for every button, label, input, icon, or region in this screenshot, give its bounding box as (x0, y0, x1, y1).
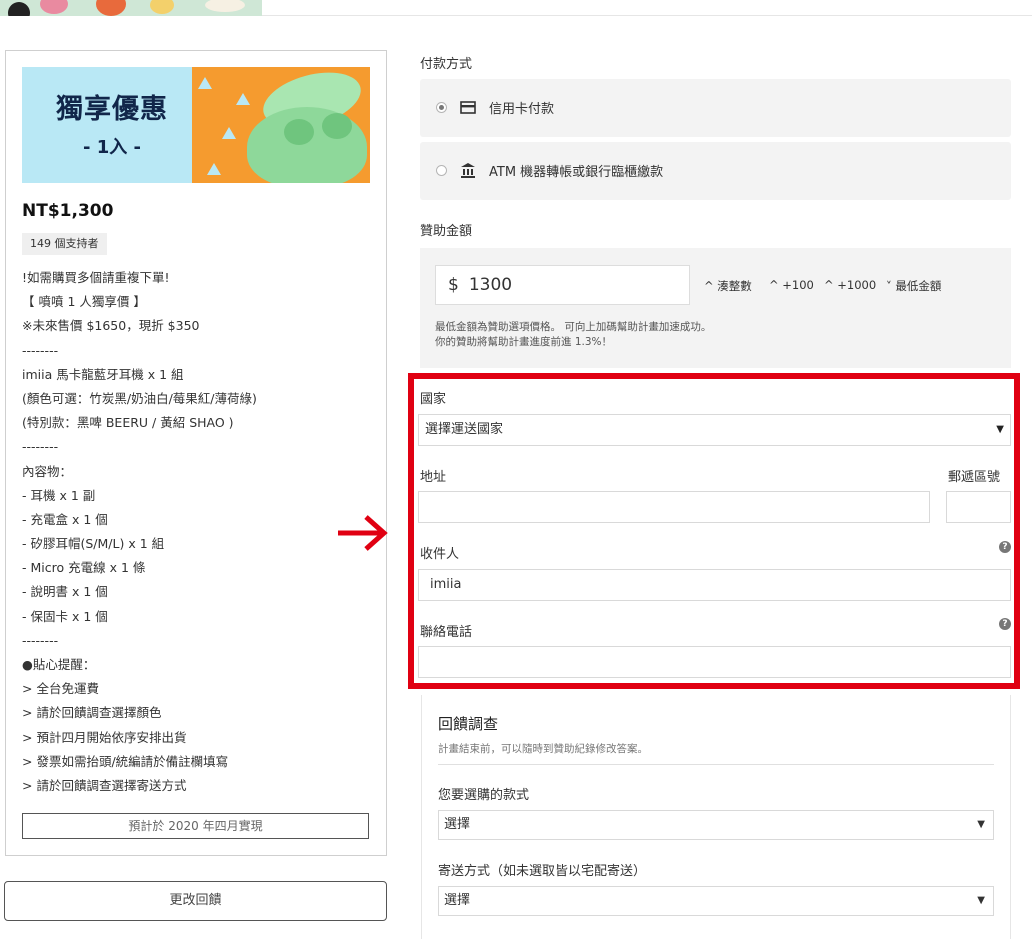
delivery-estimate: 預計於 2020 年四月實現 (22, 813, 369, 839)
header-banner-image (0, 0, 262, 16)
arrow-right-icon (338, 515, 388, 551)
survey-question-label: 您要選購的款式 (438, 788, 530, 803)
promo-subtitle: - 1入 - (83, 137, 141, 158)
radio-button-selected[interactable] (436, 102, 447, 113)
description-line: (特別款：黑啤 BEERU / 黃紹 SHAO ) (22, 415, 234, 431)
add-1000-button[interactable]: ^ +1000 (824, 278, 876, 292)
reward-card: 獨享優惠 - 1入 - NT$1,300 149 個支持者 !如需購買多個請重複… (5, 50, 387, 856)
description-line: > 請於回饋調查選擇顏色 (22, 705, 162, 721)
description-line: - 保固卡 x 1 個 (22, 608, 108, 624)
description-line: -------- (22, 632, 59, 648)
amount-input[interactable]: $1300 (435, 265, 690, 305)
description-line: - 耳機 x 1 副 (22, 487, 96, 503)
amount-note-line: 最低金額為贊助選項價格。 可向上加碼幫助計畫加速成功。 (435, 321, 712, 333)
promo-triangle (207, 163, 221, 175)
radio-button[interactable] (436, 165, 447, 176)
style-select-value: 選擇 (444, 817, 471, 832)
description-line: > 請於回饋調查選擇寄送方式 (22, 777, 187, 793)
survey-question-label: 寄送方式（如未選取皆以宅配寄送） (438, 864, 647, 879)
banner-decoration (8, 2, 30, 16)
shipping-method-select[interactable]: 選擇 ▼ (438, 886, 994, 916)
currency-symbol: $ (448, 275, 459, 295)
payment-option-label: ATM 機器轉帳或銀行臨櫃繳款 (489, 165, 664, 180)
promo-title: 獨享優惠 (56, 94, 168, 125)
bank-icon (461, 163, 475, 178)
round-up-button[interactable]: ^ 湊整數 (704, 278, 752, 294)
amount-label: 贊助金額 (420, 224, 473, 239)
description-line: 內容物： (22, 463, 73, 479)
survey-subtitle: 計畫結束前，可以隨時到贊助紀錄修改答案。 (438, 743, 648, 755)
description-line: - 說明書 x 1 個 (22, 584, 108, 600)
survey-divider (438, 764, 994, 765)
description-line: - 充電盒 x 1 個 (22, 511, 108, 527)
promo-triangle (222, 127, 236, 139)
amount-value: 1300 (468, 275, 513, 295)
style-select[interactable]: 選擇 ▼ (438, 810, 994, 840)
survey-title: 回饋調查 (438, 715, 499, 733)
change-reward-button[interactable]: 更改回饋 (4, 881, 387, 921)
description-line: - Micro 充電線 x 1 條 (22, 560, 146, 576)
feedback-survey: 回饋調查 計畫結束前，可以隨時到贊助紀錄修改答案。 您要選購的款式 選擇 ▼ 寄… (421, 695, 1011, 939)
promo-triangle (198, 77, 212, 89)
banner-decoration (205, 0, 245, 12)
reward-description: !如需購買多個請重複下單! 【 噴噴 1 人獨享價 】 ※未來售價 $1650，… (22, 266, 372, 798)
earbud (322, 113, 352, 139)
amount-note: 最低金額為贊助選項價格。 可向上加碼幫助計畫加速成功。 你的贊助將幫助計畫進度前… (435, 320, 711, 350)
description-line: ※未來售價 $1650，現折 $350 (22, 318, 200, 334)
payment-option-credit-card[interactable]: 信用卡付款 (420, 79, 1011, 137)
description-line: > 發票如需抬頭/統編請於備註欄填寫 (22, 753, 229, 769)
description-line: (顏色可選：竹炭黑/奶油白/莓果紅/薄荷綠) (22, 390, 257, 406)
description-line: !如需購買多個請重複下單! (22, 270, 170, 285)
amount-note-line: 你的贊助將幫助計畫進度前進 1.3%！ (435, 336, 613, 348)
description-line: -------- (22, 342, 59, 358)
payment-method-label: 付款方式 (420, 57, 473, 72)
chevron-down-icon: ▼ (977, 895, 985, 906)
backers-badge: 149 個支持者 (22, 233, 107, 255)
promo-triangle (236, 93, 250, 105)
header-divider (262, 15, 1032, 16)
banner-decoration (40, 0, 68, 14)
highlight-box (408, 373, 1020, 689)
chevron-down-icon: ▼ (977, 819, 985, 830)
description-line: - 矽膠耳帽(S/M/L) x 1 組 (22, 536, 165, 552)
description-line: > 預計四月開始依序安排出貨 (22, 729, 187, 745)
description-line: 【 噴噴 1 人獨享價 】 (22, 294, 146, 310)
credit-card-icon (460, 101, 476, 114)
payment-option-atm[interactable]: ATM 機器轉帳或銀行臨櫃繳款 (420, 142, 1011, 200)
description-line: > 全台免運費 (22, 681, 99, 697)
description-line: -------- (22, 439, 59, 455)
description-line: ●貼心提醒： (22, 657, 96, 672)
description-line: imiia 馬卡龍藍牙耳機 x 1 組 (22, 366, 184, 382)
banner-decoration (96, 0, 126, 16)
add-100-button[interactable]: ^ +100 (769, 278, 814, 292)
banner-decoration (150, 0, 174, 14)
minimum-amount-button[interactable]: ˅ 最低金額 (886, 278, 941, 294)
reward-price: NT$1,300 (22, 201, 114, 221)
amount-panel: $1300 ^ 湊整數 ^ +100 ^ +1000 ˅ 最低金額 最低金額為贊… (420, 248, 1011, 368)
reward-promo-image: 獨享優惠 - 1入 - (22, 67, 370, 183)
earbud (284, 119, 314, 145)
shipping-method-select-value: 選擇 (444, 893, 471, 908)
payment-option-label: 信用卡付款 (489, 102, 555, 117)
